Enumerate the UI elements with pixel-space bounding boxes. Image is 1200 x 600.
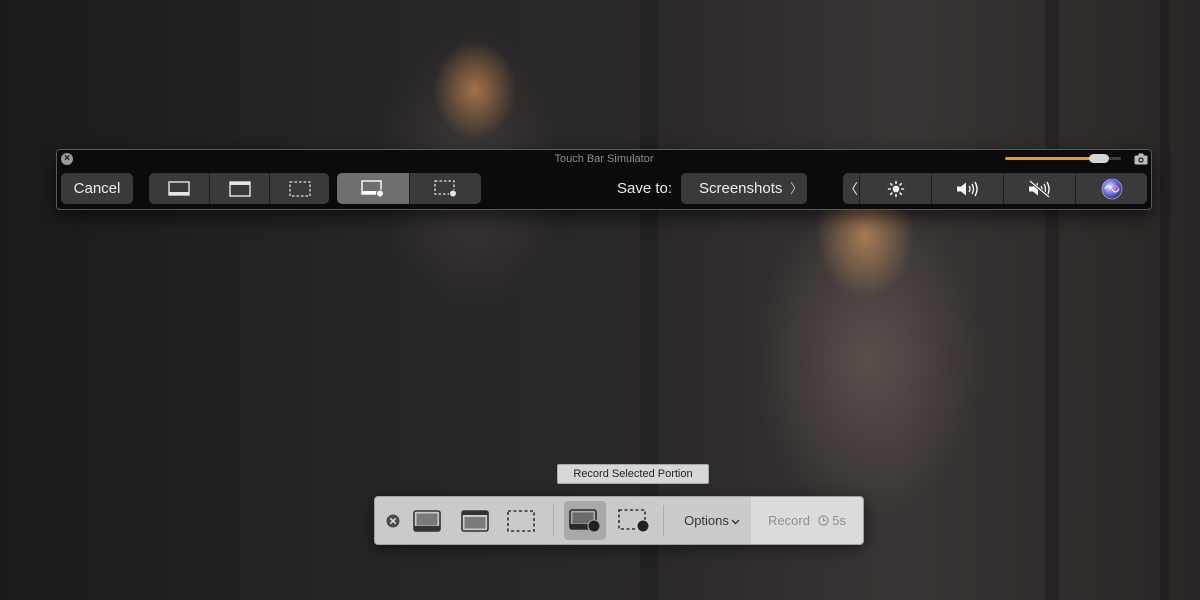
touch-bar-simulator-window: × Touch Bar Simulator Cancel Save to: Sc… [56,149,1152,210]
options-menu-button[interactable]: Options [673,497,751,544]
record-label: Record [768,513,810,528]
capture-window-icon [229,180,251,197]
capture-entire-screen-icon [413,509,441,532]
cancel-button[interactable]: Cancel [61,173,133,204]
window-title: Touch Bar Simulator [554,153,654,165]
toolbar-divider [553,505,554,536]
chevron-down-icon [731,519,740,525]
background-stripe [1160,0,1170,600]
brightness-button[interactable] [859,173,932,204]
record-entire-screen-icon [361,179,384,197]
chevron-left-icon: 〈 [844,180,858,197]
tooltip: Record Selected Portion [557,464,709,484]
capture-mode-group [149,173,329,204]
slider-fill [1005,157,1100,160]
timer-icon [817,515,829,526]
record-mode-group [337,173,481,204]
toolbar-divider [663,505,664,536]
record-selection-icon [618,508,650,532]
record-entire-screen-icon [569,508,601,532]
record-selection-button[interactable] [613,501,655,540]
camera-icon[interactable] [1134,153,1148,165]
capture-entire-screen-button[interactable] [149,173,209,204]
record-selection-icon [434,179,457,197]
record-button[interactable]: Record 5s [751,497,863,544]
options-label: Options [684,513,729,528]
record-selection-button[interactable] [409,173,481,204]
capture-window-button[interactable] [209,173,270,204]
capture-selection-icon [507,509,535,532]
save-location-button[interactable]: Screenshots 〉 [681,173,807,204]
capture-selection-icon [289,180,311,197]
mute-button[interactable] [1003,173,1076,204]
capture-selection-button[interactable] [269,173,329,204]
close-toolbar-button[interactable] [383,501,403,540]
save-to-label: Save to: [617,180,673,197]
siri-icon [1101,178,1123,199]
expand-control-strip-button[interactable]: 〈 [843,173,859,204]
opacity-slider[interactable] [1005,154,1121,163]
screenshot-toolbar: Options Record 5s [374,496,864,545]
brightness-icon [887,180,905,197]
record-entire-screen-button[interactable] [337,173,409,204]
chevron-right-icon: 〉 [789,181,803,196]
close-icon [386,514,400,527]
volume-icon [957,181,978,196]
siri-button[interactable] [1075,173,1147,204]
capture-window-icon [461,509,489,532]
mute-icon [1029,179,1050,198]
capture-entire-screen-icon [168,180,190,196]
save-location-text: Screenshots [699,180,783,197]
volume-button[interactable] [931,173,1004,204]
control-strip: 〈 [843,173,1147,204]
record-entire-screen-button[interactable] [564,501,606,540]
slider-knob[interactable] [1089,154,1110,163]
capture-window-button[interactable] [455,501,495,540]
capture-entire-screen-button[interactable] [407,501,447,540]
capture-selection-button[interactable] [501,501,541,540]
background-stripe [1045,0,1059,600]
timer-label: 5s [832,513,846,528]
